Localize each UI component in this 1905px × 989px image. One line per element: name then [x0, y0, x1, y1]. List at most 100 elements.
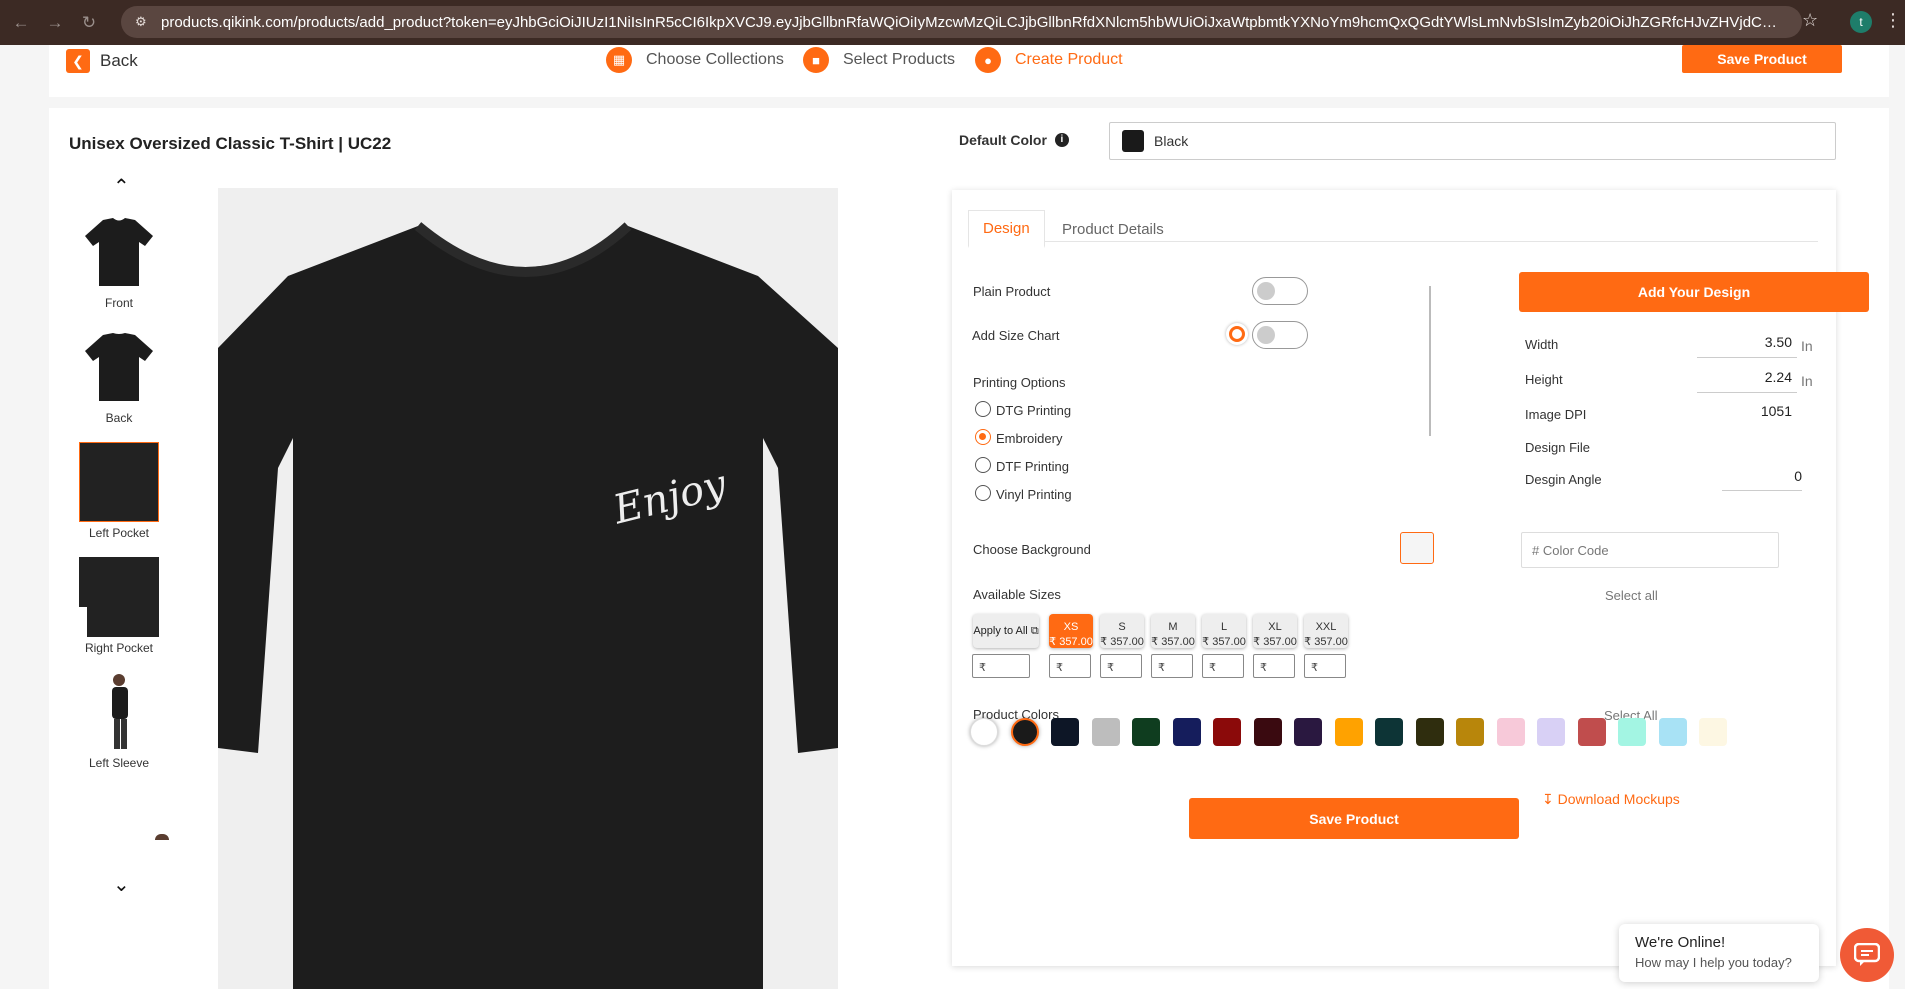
price-input-s[interactable]: ₹: [1100, 654, 1142, 678]
profile-avatar[interactable]: t: [1850, 11, 1872, 33]
chevron-down-icon[interactable]: ⌄: [113, 872, 130, 897]
product-color-swatch[interactable]: [1091, 718, 1120, 746]
chat-launcher-button[interactable]: [1840, 928, 1894, 982]
image-dpi-label: Image DPI: [1525, 407, 1587, 422]
product-color-swatch[interactable]: [1172, 718, 1201, 746]
step-select-products[interactable]: ■ Select Products: [803, 47, 955, 73]
thumb-left-pocket[interactable]: Left Pocket: [76, 442, 162, 540]
chat-title: We're Online!: [1635, 934, 1726, 951]
thumb-front[interactable]: Front: [76, 212, 162, 310]
options-scrollbar[interactable]: [1429, 286, 1431, 436]
thumb-caption: Right Pocket: [84, 641, 154, 655]
thumb-back[interactable]: Back: [76, 327, 162, 425]
product-color-swatch[interactable]: [1051, 718, 1079, 746]
apply-to-all-button[interactable]: Apply to All ⧉: [973, 614, 1039, 648]
color-code-input[interactable]: # Color Code: [1521, 532, 1779, 568]
product-color-swatch[interactable]: [1699, 718, 1727, 746]
product-color-swatch[interactable]: [1375, 718, 1403, 746]
select-all-sizes-link[interactable]: Select all: [1605, 588, 1658, 603]
size-label: S: [1118, 621, 1126, 633]
size-price: ₹ 357.00: [1253, 636, 1297, 648]
default-color-select[interactable]: Black: [1109, 122, 1836, 160]
width-underline: [1697, 357, 1797, 358]
save-product-button-top[interactable]: Save Product: [1682, 45, 1842, 73]
step-create-product[interactable]: ● Create Product: [975, 47, 1123, 73]
product-color-swatch[interactable]: [1132, 718, 1160, 746]
apply-all-price-input[interactable]: ₹: [972, 654, 1030, 678]
chat-bubble[interactable]: We're Online! How may I help you today?: [1619, 924, 1819, 982]
radio-embroidery[interactable]: [975, 429, 991, 445]
step-choose-collections[interactable]: ▦ Choose Collections: [606, 47, 784, 73]
tab-design[interactable]: Design: [968, 210, 1045, 248]
size-label: XL: [1268, 621, 1282, 633]
main-panel: Unisex Oversized Classic T-Shirt | UC22 …: [49, 108, 1889, 989]
size-s[interactable]: S ₹ 357.00: [1100, 614, 1144, 648]
product-color-swatch[interactable]: [1294, 718, 1322, 746]
bookmark-star-icon[interactable]: ☆: [1802, 10, 1818, 31]
reload-icon[interactable]: ↻: [76, 10, 102, 36]
tab-product-details[interactable]: Product Details: [1048, 210, 1178, 248]
download-mockups-link[interactable]: ↧ Download Mockups: [1542, 791, 1680, 808]
size-xxl[interactable]: XXL ₹ 357.00: [1304, 614, 1348, 648]
save-product-button[interactable]: Save Product: [1189, 798, 1519, 839]
product-color-swatch[interactable]: [1253, 718, 1282, 746]
radio-vinyl-printing[interactable]: [975, 485, 991, 501]
height-input[interactable]: 2.24: [1692, 369, 1792, 385]
browser-back-icon[interactable]: ←: [8, 10, 34, 36]
product-color-swatch[interactable]: [1577, 718, 1606, 746]
product-mockup-image: Enjoy: [218, 188, 838, 989]
dtf-printing-label[interactable]: DTF Printing: [996, 459, 1069, 474]
back-button[interactable]: ❮ Back: [66, 49, 138, 73]
price-input-xs[interactable]: ₹: [1049, 654, 1091, 678]
size-xs[interactable]: XS ₹ 357.00: [1049, 614, 1093, 648]
product-color-swatch[interactable]: [1496, 718, 1525, 746]
price-input-xxl[interactable]: ₹: [1304, 654, 1346, 678]
product-color-swatch[interactable]: [1618, 718, 1646, 746]
dtg-printing-label[interactable]: DTG Printing: [996, 403, 1071, 418]
thumb-caption: Left Sleeve: [88, 756, 150, 770]
size-price: ₹ 357.00: [1202, 636, 1246, 648]
add-your-design-button[interactable]: Add Your Design: [1519, 272, 1869, 312]
vinyl-printing-label[interactable]: Vinyl Printing: [996, 487, 1072, 502]
product-color-swatch[interactable]: [1456, 718, 1484, 746]
grid-icon: ▦: [606, 47, 632, 73]
eye-icon[interactable]: [1226, 323, 1248, 345]
size-price: ₹ 357.00: [1304, 636, 1348, 648]
chevron-left-icon: ❮: [66, 49, 90, 73]
radio-dtg-printing[interactable]: [975, 401, 991, 417]
chat-subtitle: How may I help you today?: [1635, 955, 1792, 970]
browser-forward-icon[interactable]: →: [42, 10, 68, 36]
design-angle-input[interactable]: 0: [1722, 468, 1802, 484]
width-label: Width: [1525, 337, 1559, 352]
chevron-up-icon[interactable]: ⌃: [113, 174, 130, 199]
size-m[interactable]: M ₹ 357.00: [1151, 614, 1195, 648]
price-input-l[interactable]: ₹: [1202, 654, 1244, 678]
address-bar[interactable]: ⚙ products.qikink.com/products/add_produ…: [121, 6, 1802, 38]
price-input-xl[interactable]: ₹: [1253, 654, 1295, 678]
embroidery-label[interactable]: Embroidery: [996, 431, 1062, 446]
thumb-right-pocket[interactable]: Right Pocket: [76, 557, 162, 655]
thumb-left-sleeve[interactable]: Left Sleeve: [76, 672, 162, 770]
product-color-swatch[interactable]: [1537, 718, 1565, 746]
url-text: products.qikink.com/products/add_product…: [161, 13, 1781, 31]
price-input-m[interactable]: ₹: [1151, 654, 1193, 678]
site-info-icon[interactable]: ⚙: [135, 14, 151, 30]
radio-dtf-printing[interactable]: [975, 457, 991, 473]
background-swatch[interactable]: [1400, 532, 1434, 564]
product-color-swatch[interactable]: [1213, 718, 1241, 746]
product-color-swatch[interactable]: [1334, 718, 1363, 746]
product-color-swatch[interactable]: [970, 718, 998, 746]
chat-icon: [1854, 943, 1880, 966]
plain-product-toggle[interactable]: [1252, 277, 1308, 305]
browser-menu-icon[interactable]: ⋮: [1884, 10, 1902, 31]
size-chart-toggle[interactable]: [1252, 321, 1308, 349]
product-color-swatch[interactable]: [1415, 718, 1444, 746]
product-color-swatch[interactable]: [1658, 718, 1687, 746]
width-input[interactable]: 3.50: [1692, 334, 1792, 350]
size-xl[interactable]: XL ₹ 357.00: [1253, 614, 1297, 648]
size-l[interactable]: L ₹ 357.00: [1202, 614, 1246, 648]
angle-underline: [1722, 490, 1802, 491]
info-icon[interactable]: i: [1054, 133, 1069, 147]
product-color-swatch[interactable]: [1010, 718, 1039, 746]
size-label: XS: [1063, 621, 1079, 633]
